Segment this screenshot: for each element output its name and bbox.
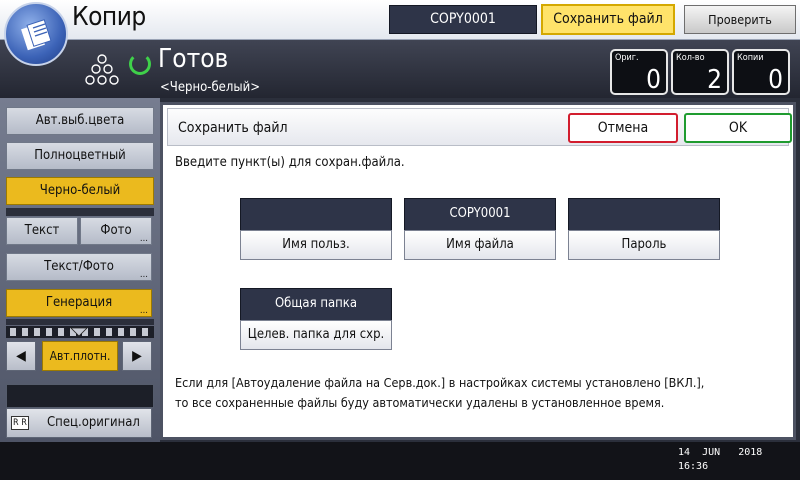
counter-label: Копии (737, 53, 764, 63)
check-modes-button[interactable]: Проверить режимы (684, 5, 796, 54)
user-name-button[interactable]: Имя польз. (240, 230, 392, 260)
save-file-dialog: Сохранить файл Отмена OK Введите пункт(ы… (160, 102, 796, 440)
file-name-value: COPY0001 (404, 198, 556, 230)
full-color-button[interactable]: Полноцветный (6, 142, 154, 170)
special-original-button[interactable]: R R Спец.оригинал (6, 408, 152, 438)
clock-date: 14 JUN 2018 (678, 447, 763, 458)
counter-value: 0 (646, 65, 661, 95)
auto-density-button[interactable]: Авт.плотн. (42, 341, 118, 371)
generation-label: Генерация (45, 295, 113, 310)
density-pointer-icon (70, 327, 88, 337)
dialog-prompt: Введите пункт(ы) для сохран.файла. (175, 155, 405, 170)
text-photo-label: Текст/Фото (44, 259, 114, 274)
more-options-icon: … (139, 306, 148, 316)
original-display-box (6, 384, 154, 408)
auto-delete-note: Если для [Автоудаление файла на Серв.док… (175, 373, 775, 413)
counter-originals: Ориг. 0 (610, 49, 668, 95)
header-file-name: COPY0001 (389, 5, 537, 34)
special-original-icon: R R (11, 416, 29, 430)
note-line: то все сохраненные файлы буду автоматиче… (175, 395, 665, 410)
more-options-icon: … (139, 234, 148, 244)
save-file-button[interactable]: Сохранить файл (541, 4, 675, 35)
counter-value: 2 (707, 65, 722, 95)
status-subtitle: <Черно-белый> (160, 80, 260, 95)
counter-label: Ориг. (615, 53, 639, 63)
password-value (568, 198, 720, 230)
password-field: Пароль (568, 198, 720, 262)
dialog-header: Сохранить файл Отмена OK (167, 108, 792, 146)
text-photo-button[interactable]: Текст/Фото … (6, 253, 152, 281)
generation-button[interactable]: Генерация … (6, 289, 152, 317)
counter-quantity: Кол-во 2 (671, 49, 729, 95)
password-button[interactable]: Пароль (568, 230, 720, 260)
ready-status-icon (129, 53, 151, 75)
counter-label: Кол-во (676, 53, 705, 63)
more-options-icon: … (139, 270, 148, 280)
target-folder-field: Общая папка Целев. папка для схр. (240, 288, 392, 352)
cancel-button[interactable]: Отмена (568, 113, 678, 143)
ok-button[interactable]: OK (684, 113, 792, 143)
status-title: Готов (158, 44, 229, 74)
panel-separator (6, 319, 154, 325)
counter-copies: Копии 0 (732, 49, 790, 95)
target-folder-value: Общая папка (240, 288, 392, 320)
photo-mode-button[interactable]: Фото … (80, 217, 152, 245)
system-clock: 14 JUN 2018 16:36 (678, 446, 762, 474)
black-white-button[interactable]: Черно-белый (6, 177, 154, 205)
photo-mode-label: Фото (100, 223, 132, 238)
copier-app-icon[interactable] (4, 2, 68, 66)
auto-color-button[interactable]: Авт.выб.цвета (6, 107, 154, 135)
file-name-button[interactable]: Имя файла (404, 230, 556, 260)
special-original-label: Спец.оригинал (47, 415, 140, 430)
panel-separator (6, 208, 154, 216)
density-decrease-button[interactable]: ◀ (6, 341, 36, 371)
density-increase-button[interactable]: ▶ (122, 341, 152, 371)
target-folder-button[interactable]: Целев. папка для схр. (240, 320, 392, 350)
file-name-field: COPY0001 Имя файла (404, 198, 556, 262)
text-mode-button[interactable]: Текст (6, 217, 78, 245)
app-title: Копир (72, 2, 146, 32)
user-name-field: Имя польз. (240, 198, 392, 262)
toner-dots-icon (85, 54, 119, 85)
note-line: Если для [Автоудаление файла на Серв.док… (175, 375, 705, 390)
counter-value: 0 (768, 65, 783, 95)
dialog-title: Сохранить файл (178, 120, 288, 136)
user-name-value (240, 198, 392, 230)
clock-time: 16:36 (678, 461, 709, 472)
